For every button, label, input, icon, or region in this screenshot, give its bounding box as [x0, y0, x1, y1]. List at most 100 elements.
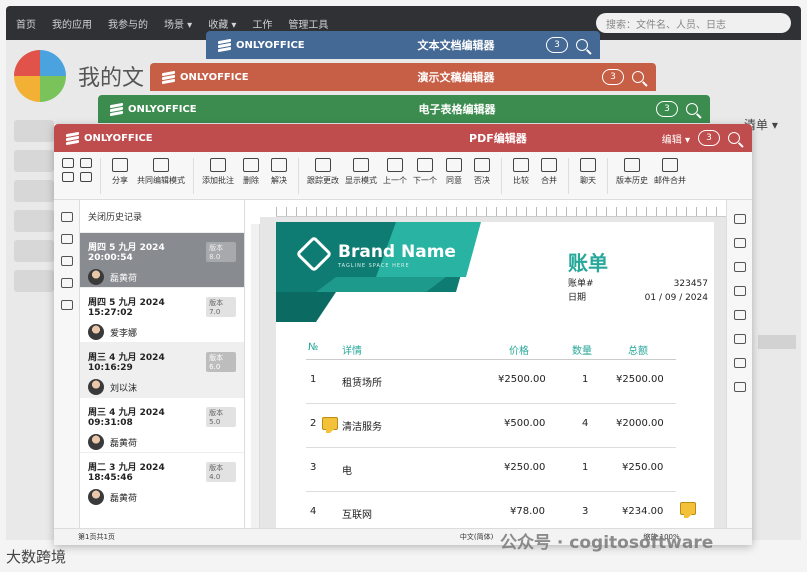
share-icon [112, 158, 128, 172]
avatar [88, 489, 104, 505]
track-changes-button[interactable]: 跟踪更改 [307, 158, 339, 194]
info-icon[interactable] [60, 300, 73, 310]
header-footer-icon[interactable] [733, 262, 746, 272]
chat-button[interactable]: 聊天 [577, 158, 599, 194]
toolbar: 分享 共同编辑模式 添加批注 删除 解决 跟踪更改 显示模式 上一个 下一个 同… [54, 152, 752, 200]
comments-icon[interactable] [60, 234, 73, 244]
table-settings-icon[interactable] [733, 214, 746, 224]
watermark-corner: 大数跨境 [6, 548, 67, 566]
resolve-icon [271, 158, 287, 172]
invoice-meta: 账单# 323457 日期 01 / 09 / 2024 [568, 279, 708, 303]
compare-button[interactable]: 比较 [510, 158, 532, 194]
version-badge: 版本7.0 [206, 296, 236, 317]
page-indicator: 第1页共1页 [78, 533, 115, 541]
track-icon [315, 158, 331, 172]
chat-icon [580, 158, 596, 172]
window-title: 演示文稿编辑器 [417, 71, 495, 84]
chat-icon[interactable] [60, 256, 73, 266]
shape-settings-icon[interactable] [733, 286, 746, 296]
cut-select-icons[interactable] [80, 158, 92, 194]
add-comment-button[interactable]: 添加批注 [202, 158, 234, 194]
tagline: TAGLINE SPACE HERE [338, 263, 410, 269]
pdf-editor-titlebar: ONLYOFFICE PDF编辑器 编辑 ▾ 3 [54, 124, 752, 152]
next-icon [417, 158, 433, 172]
coedit-mode-button[interactable]: 共同编辑模式 [137, 158, 185, 194]
invoice-title: 账单 [568, 251, 608, 275]
version-badge: 版本4.0 [206, 461, 236, 482]
copy-paste-icons[interactable] [62, 158, 74, 194]
close-history-button[interactable]: 关闭历史记录 [80, 200, 244, 232]
logo-text: ONLYOFFICE [236, 39, 305, 51]
previous-button[interactable]: 上一个 [383, 158, 407, 194]
bg-menu-item: 我参与的 [108, 19, 148, 31]
display-icon [353, 158, 369, 172]
share-button[interactable]: 分享 [109, 158, 131, 194]
navigation-icon[interactable] [60, 278, 73, 288]
table-header: № 详情 价格 数量 总额 [306, 340, 676, 360]
merge-button[interactable]: 合并 [538, 158, 560, 194]
history-item[interactable]: 周二 3 九月 2024 18:45:46 版本4.0 磊黄荷 [80, 452, 244, 507]
mail-merge-icon[interactable] [733, 358, 746, 368]
comment-icon[interactable] [322, 417, 338, 433]
onlyoffice-logo-icon [110, 102, 123, 116]
history-item[interactable]: 周四 5 九月 2024 15:27:02 版本7.0 爱李娜 [80, 287, 244, 342]
window-text-editor[interactable]: ONLYOFFICE 文本文档编辑器 3 [206, 31, 600, 59]
version-badge: 版本5.0 [206, 406, 236, 427]
bg-menu-item: 收藏 ▾ [208, 19, 237, 31]
text-art-icon[interactable] [733, 334, 746, 344]
brand-name: Brand Name [338, 242, 456, 262]
mail-merge-button[interactable]: 邮件合并 [654, 158, 686, 194]
search-icon[interactable] [728, 132, 740, 144]
right-sidebar [726, 200, 752, 540]
search-icon[interactable] [576, 39, 588, 51]
coedit-icon [153, 158, 169, 172]
horizontal-ruler[interactable] [276, 207, 726, 217]
watermark: 公众号 · cogitosoftware [500, 533, 714, 553]
invoice-page: Brand Name TAGLINE SPACE HERE 账单 账单# 3234… [276, 222, 714, 540]
vertical-ruler[interactable] [251, 224, 260, 540]
form-settings-icon[interactable] [733, 382, 746, 392]
next-button[interactable]: 下一个 [413, 158, 437, 194]
brand-banner [276, 222, 481, 322]
users-icon[interactable]: 3 [546, 37, 568, 53]
window-title: PDF编辑器 [469, 132, 527, 145]
language-selector[interactable]: 中文(简体) [460, 532, 493, 542]
table-row: 2 清洁服务 ¥500.00 4 ¥2000.00 [306, 404, 676, 448]
version-history-button[interactable]: 版本历史 [616, 158, 648, 194]
accept-button[interactable]: 同意 [443, 158, 465, 194]
search-icon[interactable] [60, 212, 73, 222]
accept-icon [446, 158, 462, 172]
bg-search-input: 搜索：文件名、人员、日志 [596, 13, 791, 33]
delete-button[interactable]: 删除 [240, 158, 262, 194]
users-icon[interactable]: 3 [656, 101, 678, 117]
display-mode-button[interactable]: 显示模式 [345, 158, 377, 194]
history-icon [624, 158, 640, 172]
chart-settings-icon[interactable] [733, 310, 746, 320]
search-icon[interactable] [686, 103, 698, 115]
comment-icon[interactable] [680, 502, 696, 518]
merge-icon [541, 158, 557, 172]
bg-menu-item: 管理工具 [288, 19, 329, 31]
logo-text: ONLYOFFICE [128, 103, 197, 115]
window-title: 文本文档编辑器 [417, 39, 495, 52]
bg-sidebar [14, 120, 54, 520]
window-spreadsheet-editor[interactable]: ONLYOFFICE 电子表格编辑器 3 [98, 95, 710, 123]
history-item[interactable]: 周三 4 九月 2024 09:31:08 版本5.0 磊黄荷 [80, 397, 244, 452]
users-icon[interactable]: 3 [602, 69, 624, 85]
reject-icon [474, 158, 490, 172]
search-icon[interactable] [632, 71, 644, 83]
resolve-button[interactable]: 解决 [268, 158, 290, 194]
edit-mode-dropdown[interactable]: 编辑 ▾ [662, 131, 690, 146]
history-item[interactable]: 周三 4 九月 2024 10:16:29 版本6.0 刘以沫 [80, 342, 244, 397]
onlyoffice-logo-icon [66, 131, 79, 145]
history-item[interactable]: 周四 5 九月 2024 20:00:54 版本8.0 磊黄荷 [80, 232, 244, 287]
version-history-panel: 关闭历史记录 周四 5 九月 2024 20:00:54 版本8.0 磊黄荷 周四… [80, 200, 245, 540]
reject-button[interactable]: 否决 [471, 158, 493, 194]
comment-icon [210, 158, 226, 172]
mail-merge-icon [662, 158, 678, 172]
image-settings-icon[interactable] [733, 238, 746, 248]
document-canvas[interactable]: Brand Name TAGLINE SPACE HERE 账单 账单# 3234… [260, 217, 726, 540]
avatar [88, 434, 104, 450]
users-icon[interactable]: 3 [698, 130, 720, 146]
window-presentation-editor[interactable]: ONLYOFFICE 演示文稿编辑器 3 [150, 63, 656, 91]
